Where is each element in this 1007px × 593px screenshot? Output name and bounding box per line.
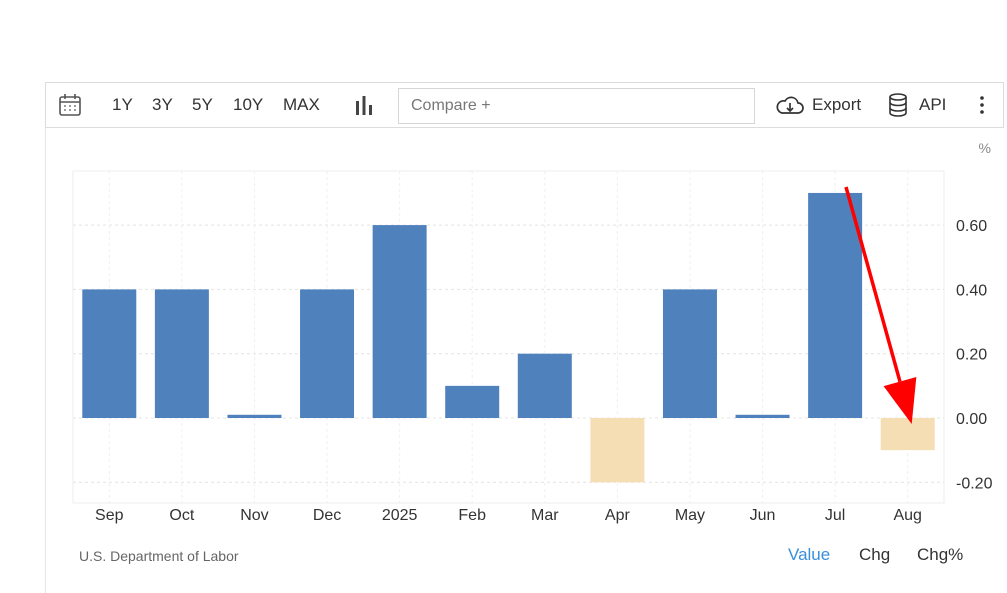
calendar-icon[interactable]: [58, 83, 82, 127]
database-icon: [889, 93, 907, 117]
view-chg-tab[interactable]: Chg: [859, 545, 890, 565]
more-vertical-icon[interactable]: [974, 83, 990, 127]
compare-input[interactable]: [398, 88, 755, 124]
source-label: U.S. Department of Labor: [79, 548, 239, 564]
cloud-download-icon: [776, 96, 804, 114]
range-1y-button[interactable]: 1Y: [112, 83, 133, 127]
chart-toolbar: 1Y 3Y 5Y 10Y MAX Export API: [45, 82, 1004, 128]
api-label: API: [919, 95, 947, 114]
view-chg-pct-tab[interactable]: Chg%: [917, 545, 963, 565]
view-value-tab[interactable]: Value: [788, 545, 830, 565]
export-label: Export: [812, 95, 862, 114]
range-5y-button[interactable]: 5Y: [192, 83, 213, 127]
chart-panel: [45, 128, 1004, 593]
api-button[interactable]: API: [886, 83, 951, 127]
range-10y-button[interactable]: 10Y: [233, 83, 263, 127]
range-3y-button[interactable]: 3Y: [152, 83, 173, 127]
export-button[interactable]: Export: [775, 83, 865, 127]
range-max-button[interactable]: MAX: [283, 83, 320, 127]
bar-chart-icon[interactable]: [353, 83, 375, 127]
